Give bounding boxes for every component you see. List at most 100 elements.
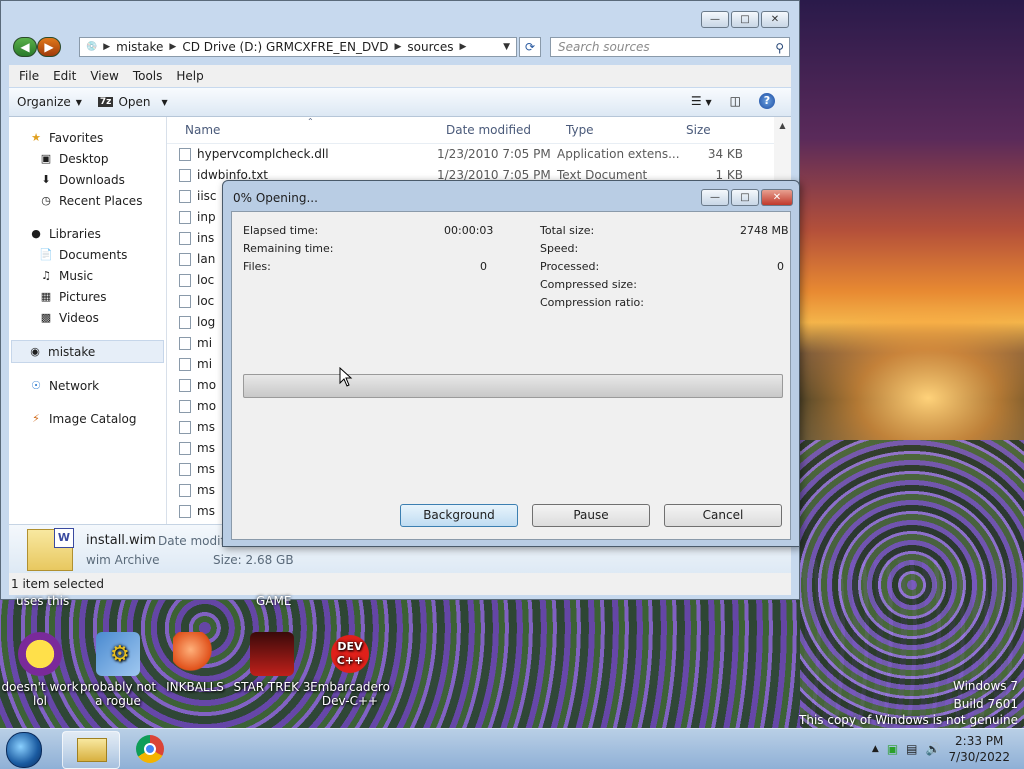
scroll-up-icon[interactable]: ▲ [774,117,791,130]
start-button[interactable] [6,732,42,768]
preview-pane-icon[interactable]: ◫ [730,94,741,108]
watermark-not-genuine: This copy of Windows is not genuine [799,713,1018,727]
nav-videos[interactable]: ▩ Videos [9,307,166,328]
dialog-close-button[interactable]: ✕ [761,189,793,206]
desktop-icon-gear-app[interactable]: ⚙ probably not a rogue [78,632,158,708]
desktop-icon-devcpp[interactable]: DEV C++ Embarcadero Dev-C++ [310,632,390,708]
refresh-button[interactable]: ⟳ [519,37,541,57]
elapsed-label: Elapsed time: [243,224,319,237]
nav-music[interactable]: ♫ Music [9,265,166,286]
nav-downloads-label: Downloads [59,172,125,187]
progress-bar [243,374,783,398]
libraries-icon: ● [31,226,41,240]
clock[interactable]: 2:33 PM 7/30/2022 [948,733,1010,765]
menu-file[interactable]: File [13,69,45,83]
nav-pictures[interactable]: ▦ Pictures [9,286,166,307]
nav-libraries[interactable]: ● Libraries [9,223,166,244]
search-input[interactable]: Search sources ⚲ [550,37,790,57]
nav-downloads[interactable]: ⬇ Downloads [9,169,166,190]
taskbar-explorer[interactable] [62,731,120,769]
menu-view[interactable]: View [84,69,124,83]
file-name: loc [197,294,215,308]
taskbar-chrome[interactable] [122,731,178,767]
menu-tools[interactable]: Tools [127,69,169,83]
desktop-wallpaper-glow [784,300,1024,440]
maximize-button[interactable]: □ [731,11,759,28]
file-name: log [197,315,216,329]
sort-up-icon: ⌃ [307,117,314,126]
total-size-value: 2748 MB [740,224,789,237]
nav-desktop[interactable]: ▣ Desktop [9,148,166,169]
open-button[interactable]: 7z Open ▼ [90,95,176,109]
chrome-icon [136,735,164,763]
network-tray-icon[interactable]: ▤ [906,742,917,756]
desktop-icon-yahoo[interactable]: doesn't work lol [0,632,80,708]
file-icon [179,442,191,455]
power-icon[interactable]: ▣ [887,742,898,756]
file-row[interactable]: hypervcomplcheck.dll 1/23/2010 7:05 PM App… [167,144,791,165]
file-name: mi [197,336,213,350]
files-label: Files: [243,260,271,273]
dialog-body: Elapsed time: 00:00:03 Remaining time: F… [231,211,791,540]
close-button[interactable]: ✕ [761,11,789,28]
nav-user[interactable]: ◉ mistake [11,340,164,363]
nav-favorites[interactable]: ★ Favorites [9,127,166,148]
file-icon [179,232,191,245]
volume-icon[interactable]: 🔊 [926,742,941,756]
minimize-button[interactable]: — [701,11,729,28]
help-icon[interactable]: ? [759,93,775,109]
cancel-button[interactable]: Cancel [664,504,782,527]
background-button[interactable]: Background [400,504,518,527]
dev-cpp-icon: DEV C++ [328,632,372,676]
7zip-icon: 7z [97,97,114,107]
processed-value: 0 [777,260,784,273]
file-name: ms [197,462,215,476]
column-name[interactable]: Name [185,123,220,137]
nav-image-catalog[interactable]: ⚡ Image Catalog [9,408,166,429]
menu-help[interactable]: Help [170,69,209,83]
file-size: 34 KB [707,147,743,161]
drive-icon: 💿 [86,42,98,52]
address-bar[interactable]: 💿 ▶ mistake ▶ CD Drive (D:) GRMCXFRE_EN_… [79,37,517,57]
explorer-titlebar[interactable]: — □ ✕ [1,1,799,35]
nav-recent-places[interactable]: ◷ Recent Places [9,190,166,211]
show-hidden-icons-icon[interactable]: ▲ [872,744,879,754]
open-label: Open [118,95,151,109]
address-row: ◀ ▶ 💿 ▶ mistake ▶ CD Drive (D:) GRMCXFRE… [1,35,799,59]
file-icon [179,421,191,434]
chevron-down-icon[interactable]: ▼ [503,42,510,52]
column-size[interactable]: Size [686,123,711,137]
nav-desktop-label: Desktop [59,151,109,166]
nav-documents[interactable]: 📄 Documents [9,244,166,265]
breadcrumb-user[interactable]: mistake [116,40,163,54]
breadcrumb-sources[interactable]: sources [407,40,453,54]
wim-file-icon: W [27,528,74,571]
watermark-build: Build 7601 [953,697,1018,711]
desktop-icon-inkballs[interactable]: INKBALLS [155,632,235,694]
nav-network[interactable]: ☉ Network [9,375,166,396]
file-icon [179,190,191,203]
dialog-minimize-button[interactable]: — [701,189,729,206]
back-button[interactable]: ◀ [13,37,37,57]
pause-button[interactable]: Pause [532,504,650,527]
file-icon [179,253,191,266]
file-name: loc [197,273,215,287]
view-options-icon[interactable]: ☰ ▼ [691,94,712,108]
file-icon [179,463,191,476]
details-filename: install.wim [86,533,156,548]
organize-button[interactable]: Organize ▼ [9,95,90,109]
music-icon: ♫ [41,268,51,282]
file-name: inp [197,210,216,224]
desktop-cut-label: GAME [256,594,292,608]
column-type[interactable]: Type [566,123,594,137]
column-date[interactable]: Date modified [446,123,531,137]
forward-button[interactable]: ▶ [37,37,61,57]
breadcrumb-drive[interactable]: CD Drive (D:) GRMCXFRE_EN_DVD [182,40,388,54]
nav-music-label: Music [59,268,94,283]
nav-documents-label: Documents [59,247,128,262]
menu-edit[interactable]: Edit [47,69,82,83]
desktop-icon-star-trek[interactable]: STAR TREK 3 [232,632,312,694]
dialog-maximize-button[interactable]: □ [731,189,759,206]
search-icon[interactable]: ⚲ [775,39,784,57]
folder-icon [77,738,107,762]
